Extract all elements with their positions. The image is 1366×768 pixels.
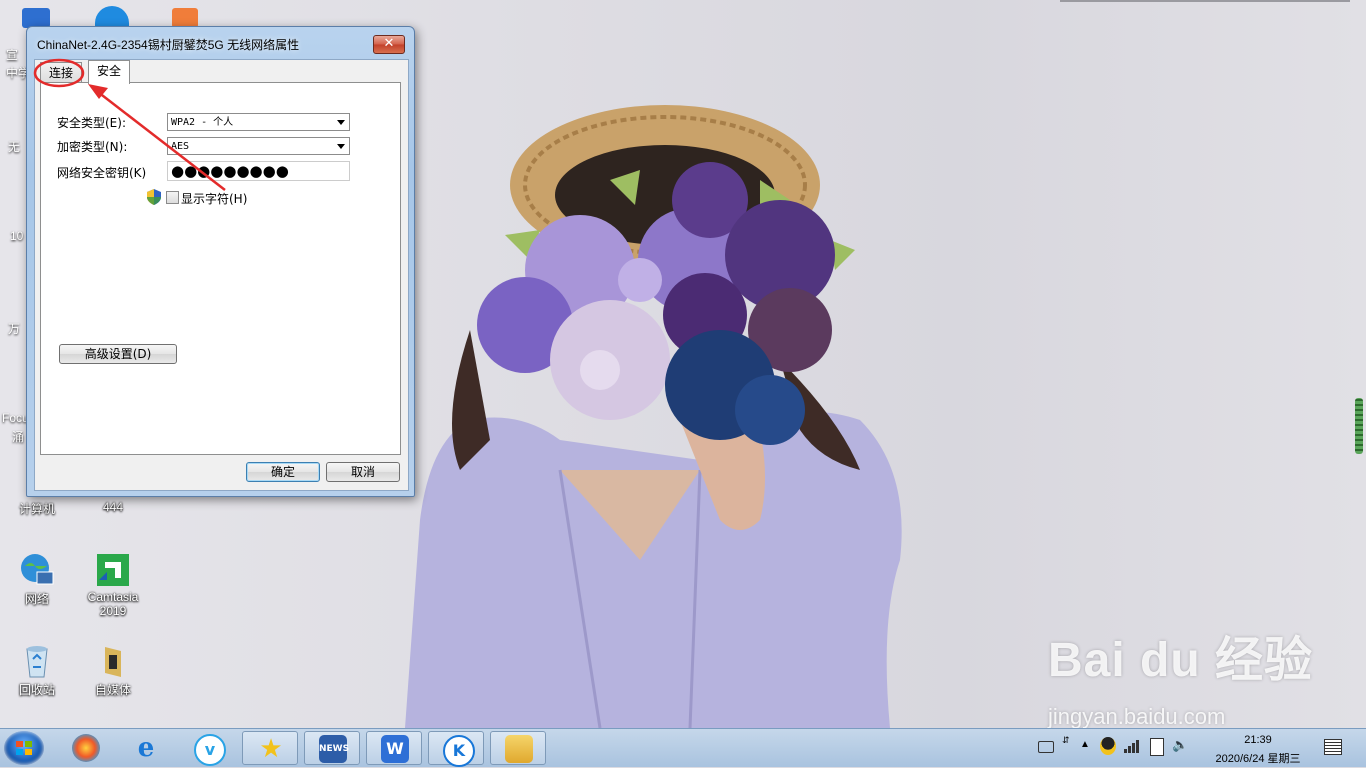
advanced-settings-label: 高级设置(D) xyxy=(84,347,152,361)
app-k-icon: K xyxy=(443,735,475,767)
close-icon: ✕ xyxy=(383,36,395,51)
desktop-icon-network[interactable]: 网络 xyxy=(2,552,72,607)
signal-icon[interactable] xyxy=(1124,739,1142,756)
windows-logo-icon xyxy=(16,741,32,755)
taskbar-app-ie[interactable]: e xyxy=(118,731,174,765)
advanced-settings-button[interactable]: 高级设置(D) xyxy=(59,344,177,364)
taskbar-app-star[interactable]: ★ xyxy=(242,731,298,765)
taskbar-app-wps[interactable]: W xyxy=(366,731,422,765)
app-v-icon: v xyxy=(194,734,226,766)
app-360-icon xyxy=(72,734,100,762)
watermark-url: jingyan.baidu.com xyxy=(1048,704,1226,729)
wps-icon: W xyxy=(381,735,409,763)
star-icon: ★ xyxy=(259,734,283,764)
desktop-icon-camtasia[interactable]: Camtasia 2019 xyxy=(78,552,148,618)
taskbar-app-v[interactable]: v xyxy=(180,731,236,766)
battery-icon[interactable] xyxy=(1150,738,1164,756)
cancel-label: 取消 xyxy=(350,465,375,479)
cancel-button[interactable]: 取消 xyxy=(326,462,400,482)
desktop-icon-label: 计算机 xyxy=(18,502,55,516)
desktop-partial-label: 万 xyxy=(8,322,21,336)
desktop-partial-label: 涌 xyxy=(12,430,25,444)
chevron-down-icon xyxy=(337,120,345,125)
desktop-icon-label: 网络 xyxy=(24,592,49,606)
taskbar-app-explorer[interactable] xyxy=(490,731,546,765)
desktop-icon-recycle-bin[interactable]: 回收站 xyxy=(2,643,72,698)
folder-icon xyxy=(505,735,533,763)
desktop-icon-label: 自媒体 xyxy=(94,683,131,697)
action-center-icon[interactable] xyxy=(1324,739,1342,755)
close-button[interactable]: ✕ xyxy=(373,35,405,54)
desktop-icon-computer[interactable]: 计算机 xyxy=(2,500,72,517)
tab-label: 安全 xyxy=(97,64,122,78)
annotation-overlay xyxy=(33,58,226,191)
desktop-partial-label: Focu xyxy=(2,411,29,425)
annotation-circle xyxy=(33,58,85,88)
watermark-brand: Bai du 经验 xyxy=(1048,634,1314,687)
desktop-partial-label: 10 xyxy=(10,229,24,243)
tray-small-icon[interactable]: ⇵ xyxy=(1062,735,1070,746)
desktop-icon-folder[interactable]: 自媒体 xyxy=(78,643,148,698)
desktop-icon-label: Camtasia 2019 xyxy=(87,590,139,618)
camtasia-icon xyxy=(95,552,131,588)
recycle-bin-icon xyxy=(19,643,55,679)
news-icon: NEWS xyxy=(319,735,349,763)
network-icon xyxy=(19,552,55,588)
taskbar-app-news[interactable]: NEWS xyxy=(304,731,360,765)
taskbar-app-360[interactable] xyxy=(58,731,114,765)
desktop-icon-444[interactable]: 444 xyxy=(78,500,148,514)
desktop-icon-label: 444 xyxy=(102,500,124,514)
top-edge-bar xyxy=(1060,0,1350,2)
ie-icon: e xyxy=(137,733,155,763)
taskbar-app-k[interactable]: K xyxy=(428,731,484,767)
annotation-arrow-line xyxy=(97,91,226,191)
start-button[interactable] xyxy=(4,731,44,765)
side-scroll-indicator[interactable] xyxy=(1355,398,1363,454)
qq-icon[interactable] xyxy=(1100,737,1116,755)
volume-icon[interactable]: 🔈 xyxy=(1172,737,1188,753)
clock-time[interactable]: 21:39 xyxy=(1228,734,1288,746)
ok-button[interactable]: 确定 xyxy=(246,462,320,482)
clock-date[interactable]: 2020/6/24 星期三 xyxy=(1198,750,1318,766)
chevron-down-icon xyxy=(337,144,345,149)
desktop-icon-label: 回收站 xyxy=(18,683,55,697)
ok-label: 确定 xyxy=(270,465,295,479)
baidu-watermark: Bai du 经验 xyxy=(1048,620,1313,690)
taskbar: e v ★ NEWS W K ⇵ ▲ 🔈 21:39 2020/6/24 星期三 xyxy=(0,728,1366,767)
tab-security[interactable]: 安全 xyxy=(88,60,131,84)
show-hidden-icons-arrow[interactable]: ▲ xyxy=(1080,739,1090,750)
keyboard-icon[interactable] xyxy=(1038,741,1054,753)
folder-icon xyxy=(95,643,131,679)
